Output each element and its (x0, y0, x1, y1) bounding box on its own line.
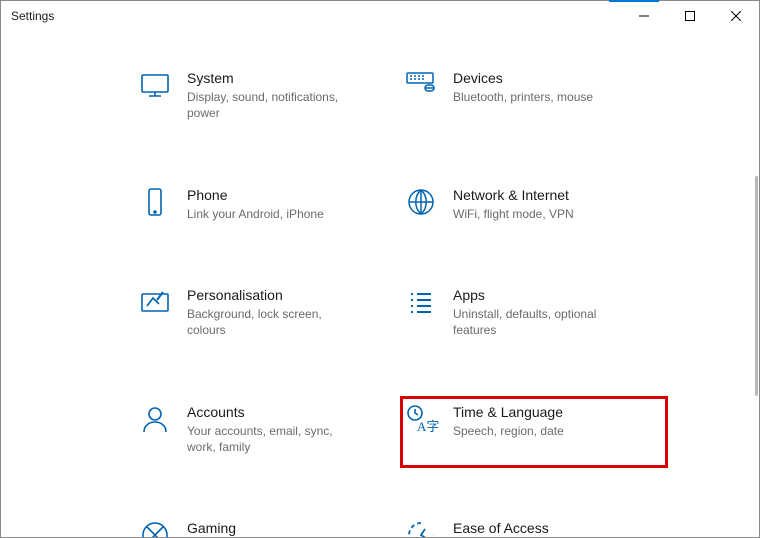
minimize-icon (639, 11, 649, 21)
tile-title: System (187, 69, 393, 87)
ease-of-access-icon (405, 519, 437, 537)
tile-apps[interactable]: Apps Uninstall, defaults, optional featu… (401, 280, 667, 351)
content-area: System Display, sound, notifications, po… (1, 31, 759, 537)
tile-title: Accounts (187, 403, 393, 421)
tile-title: Ease of Access (453, 519, 659, 537)
tile-subtitle: Uninstall, defaults, optional features (453, 306, 613, 338)
tile-subtitle: Background, lock screen, colours (187, 306, 347, 338)
maximize-icon (685, 11, 695, 21)
settings-window: Settings (0, 0, 760, 538)
personalisation-icon (139, 286, 171, 318)
phone-icon (139, 186, 171, 218)
tile-title: Gaming (187, 519, 393, 537)
time-language-icon: A字 (405, 403, 437, 435)
tile-title: Time & Language (453, 403, 659, 421)
svg-text:A字: A字 (417, 419, 439, 434)
globe-icon (405, 186, 437, 218)
scrollbar-thumb[interactable] (755, 176, 758, 396)
minimize-button[interactable] (621, 1, 667, 31)
person-icon (139, 403, 171, 435)
tile-subtitle: Your accounts, email, sync, work, family (187, 423, 347, 455)
maximize-button[interactable] (667, 1, 713, 31)
settings-grid: System Display, sound, notifications, po… (135, 63, 699, 537)
tile-personalisation[interactable]: Personalisation Background, lock screen,… (135, 280, 401, 351)
gaming-icon (139, 519, 171, 537)
tile-title: Devices (453, 69, 659, 87)
tile-title: Network & Internet (453, 186, 659, 204)
tile-subtitle: Speech, region, date (453, 423, 613, 439)
tile-system[interactable]: System Display, sound, notifications, po… (135, 63, 401, 134)
apps-list-icon (405, 286, 437, 318)
tile-title: Phone (187, 186, 393, 204)
tile-subtitle: Display, sound, notifications, power (187, 89, 347, 121)
close-button[interactable] (713, 1, 759, 31)
tile-devices[interactable]: Devices Bluetooth, printers, mouse (401, 63, 667, 134)
tile-subtitle: Bluetooth, printers, mouse (453, 89, 613, 105)
tile-gaming[interactable]: Gaming (135, 513, 401, 537)
tile-title: Personalisation (187, 286, 393, 304)
tile-title: Apps (453, 286, 659, 304)
devices-icon (405, 69, 437, 101)
window-title: Settings (11, 9, 54, 23)
tile-subtitle: WiFi, flight mode, VPN (453, 206, 613, 222)
tile-phone[interactable]: Phone Link your Android, iPhone (135, 180, 401, 234)
tile-network-internet[interactable]: Network & Internet WiFi, flight mode, VP… (401, 180, 667, 234)
tile-accounts[interactable]: Accounts Your accounts, email, sync, wor… (135, 397, 401, 468)
window-controls (621, 1, 759, 31)
close-icon (731, 11, 741, 21)
tile-subtitle: Link your Android, iPhone (187, 206, 347, 222)
titlebar: Settings (1, 1, 759, 31)
display-icon (139, 69, 171, 101)
tile-ease-of-access[interactable]: Ease of Access (401, 513, 667, 537)
tile-time-language[interactable]: A字 Time & Language Speech, region, date (401, 397, 667, 468)
